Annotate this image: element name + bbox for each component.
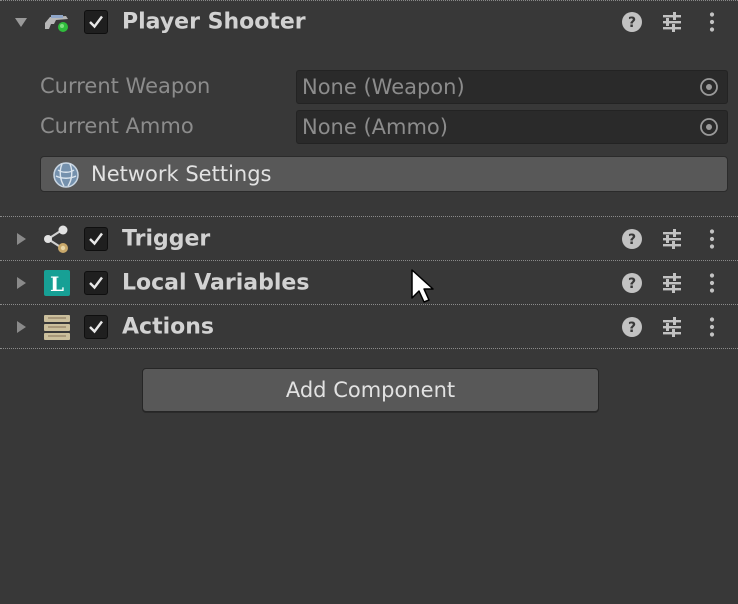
chevron-right-icon[interactable]	[14, 276, 28, 290]
divider	[0, 348, 738, 349]
add-component-button[interactable]: Add Component	[142, 368, 599, 412]
object-field-current-ammo[interactable]: None (Ammo)	[296, 110, 728, 144]
presets-icon[interactable]	[660, 315, 684, 339]
object-field-value: None (Ammo)	[302, 115, 448, 139]
component-title: Trigger	[122, 226, 211, 251]
component-header-actions[interactable]: Actions ?	[0, 305, 738, 348]
presets-icon[interactable]	[660, 271, 684, 295]
component-title: Local Variables	[122, 270, 310, 295]
more-options-icon[interactable]	[700, 315, 724, 339]
enabled-checkbox[interactable]	[84, 270, 108, 295]
svg-text:?: ?	[628, 232, 636, 248]
player-shooter-icon	[42, 7, 72, 37]
actions-icon	[42, 312, 72, 342]
mouse-cursor-icon	[410, 268, 436, 306]
component-title: Player Shooter	[122, 9, 306, 35]
enabled-checkbox[interactable]	[84, 226, 108, 251]
chevron-right-icon[interactable]	[14, 320, 28, 334]
component-header-player-shooter[interactable]: Player Shooter ?	[0, 0, 738, 44]
help-icon[interactable]: ?	[620, 315, 644, 339]
add-component-label: Add Component	[285, 378, 456, 402]
object-picker-icon[interactable]	[699, 117, 719, 137]
chevron-down-icon[interactable]	[14, 15, 28, 29]
local-variables-icon: L	[42, 268, 72, 298]
component-header-local-variables[interactable]: L Local Variables ?	[0, 261, 738, 304]
presets-icon[interactable]	[660, 10, 684, 34]
svg-text:?: ?	[628, 276, 636, 292]
help-icon[interactable]: ?	[620, 227, 644, 251]
network-settings-label: Network Settings	[91, 162, 272, 186]
network-settings-button[interactable]: Network Settings	[40, 156, 728, 192]
object-field-current-weapon[interactable]: None (Weapon)	[296, 70, 728, 104]
more-options-icon[interactable]	[700, 227, 724, 251]
presets-icon[interactable]	[660, 227, 684, 251]
svg-text:?: ?	[628, 15, 636, 31]
network-globe-icon	[52, 161, 80, 189]
object-picker-icon[interactable]	[699, 77, 719, 97]
enabled-checkbox[interactable]	[84, 314, 108, 339]
component-title: Actions	[122, 314, 214, 339]
svg-text:?: ?	[628, 320, 636, 336]
enabled-checkbox[interactable]	[84, 10, 108, 34]
more-options-icon[interactable]	[700, 10, 724, 34]
trigger-icon	[42, 224, 72, 254]
more-options-icon[interactable]	[700, 271, 724, 295]
help-icon[interactable]: ?	[620, 10, 644, 34]
field-label-current-weapon: Current Weapon	[40, 74, 211, 98]
help-icon[interactable]: ?	[620, 271, 644, 295]
chevron-right-icon[interactable]	[14, 232, 28, 246]
field-label-current-ammo: Current Ammo	[40, 114, 194, 138]
local-variables-icon-letter: L	[50, 272, 64, 296]
object-field-value: None (Weapon)	[302, 75, 465, 99]
component-header-trigger[interactable]: Trigger ?	[0, 217, 738, 260]
